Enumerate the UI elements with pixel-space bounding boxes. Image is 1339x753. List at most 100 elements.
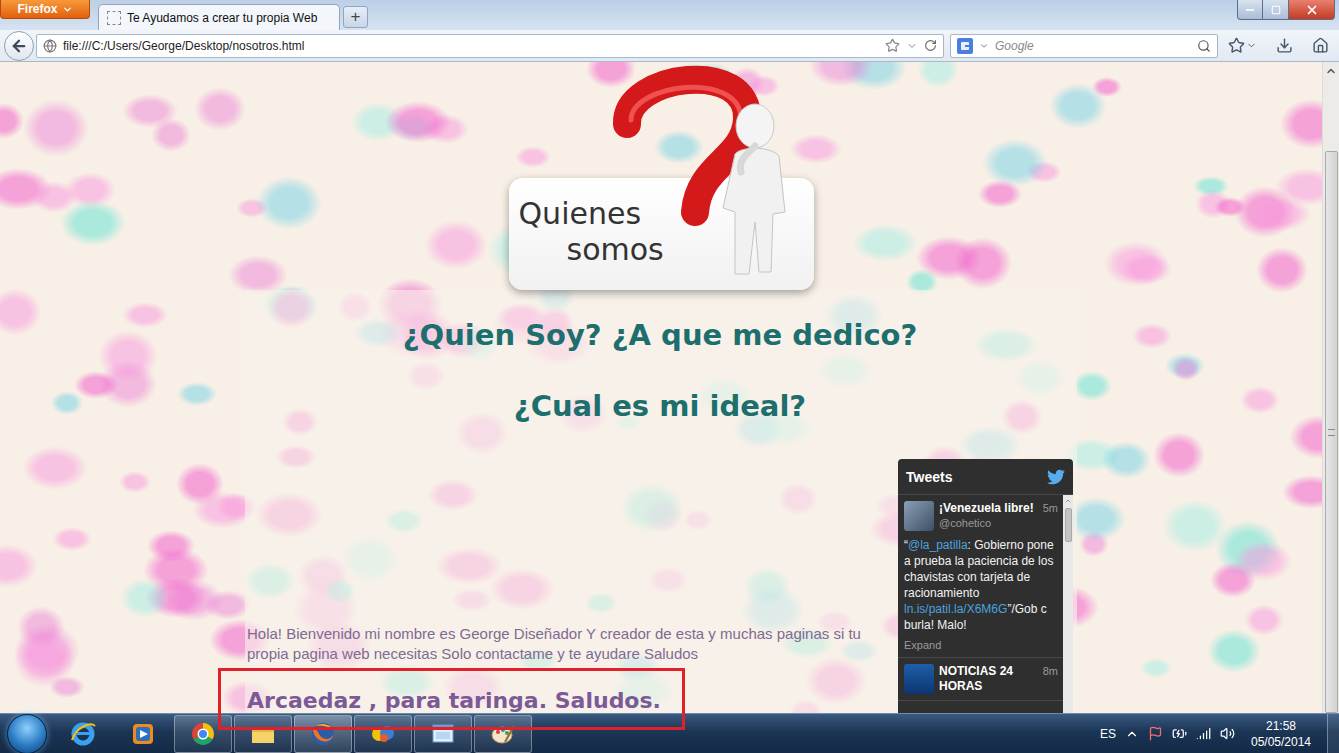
restore-button[interactable] [1263, 0, 1289, 20]
chrome-icon [189, 720, 217, 748]
paint-icon [489, 720, 517, 748]
tweet-link[interactable]: ln.is/patil.la/X6M6G [904, 602, 1007, 616]
annotation-highlight-box [218, 668, 685, 730]
logo-card: Quienessomos [509, 178, 814, 290]
show-desktop-button[interactable] [1327, 714, 1339, 753]
tweet[interactable]: ¡Venezuela libre! 5m@cohetico “@la_patilla… [898, 495, 1063, 658]
taskbar-app-button[interactable] [234, 715, 292, 753]
tweet-author[interactable]: NOTICIAS 24 HORAS [939, 664, 1040, 694]
twitter-widget: Tweets ¡Venezuela libre! 5m@cohetico “@la_p… [898, 459, 1073, 713]
twitter-bird-icon [1047, 468, 1065, 486]
minimize-button[interactable] [1237, 0, 1263, 20]
tweet-author[interactable]: ¡Venezuela libre! [939, 501, 1034, 516]
taskbar-app-button[interactable] [294, 715, 352, 753]
globe-icon [43, 39, 57, 53]
show-hidden-icons-icon[interactable] [1125, 727, 1139, 741]
toolbar-icons [1218, 37, 1339, 54]
logo-text: Quienes [519, 196, 814, 232]
tweet[interactable]: NOTICIAS 24 HORAS8m [898, 658, 1063, 701]
panel-body: Hola! Bienvenido mi nombre es George Dis… [247, 459, 1073, 713]
web-page: Quienessomos¿Quien Soy? ¿A que me dedico… [0, 62, 1322, 713]
scroll-up-arrow-icon [1325, 65, 1337, 77]
internet-explorer-icon [69, 720, 97, 748]
expand-link[interactable]: Expand [904, 639, 1058, 651]
tweet-avatar [904, 501, 934, 531]
logo-text: somos [519, 232, 814, 268]
download-icon[interactable] [1276, 37, 1293, 54]
firefox-menu-button[interactable]: Firefox [0, 0, 90, 19]
game-icon [369, 720, 397, 748]
taskbar-app-button[interactable] [54, 715, 112, 753]
browser-tab[interactable]: Te Ayudamos a crear tu propia Web [98, 4, 340, 30]
reload-icon[interactable] [924, 39, 937, 52]
tweet-avatar [904, 664, 934, 694]
restore-icon [1271, 5, 1281, 15]
firefox-icon [309, 720, 337, 748]
search-icon[interactable] [1197, 39, 1211, 53]
address-bar[interactable]: file:///C:/Users/George/Desktop/nosotros… [36, 34, 944, 58]
tweet-handle[interactable]: @cohetico [939, 516, 1058, 531]
bookmark-star-icon[interactable] [885, 38, 900, 53]
tweet-text-part: “ [904, 538, 908, 552]
tab-strip: Te Ayudamos a crear tu propia Web+ [98, 4, 368, 30]
text-column: Hola! Bienvenido mi nombre es George Dis… [247, 459, 892, 713]
volume-icon[interactable] [1220, 726, 1235, 741]
desktop-screen: Firefox Te Ayudamos a crear tu propia Web… [0, 0, 1339, 753]
taskbar: ES 21:5805/05/2014 [0, 713, 1339, 753]
window-controls [1237, 0, 1335, 20]
taskbar-app-button[interactable] [354, 715, 412, 753]
title-bar: Firefox Te Ayudamos a crear tu propia Web… [0, 0, 1339, 30]
history-dropdown-icon[interactable] [906, 40, 918, 52]
window-icon [429, 720, 457, 748]
close-button[interactable] [1289, 0, 1335, 20]
taskbar-app-button[interactable] [414, 715, 472, 753]
page-icon [107, 11, 121, 25]
power-icon[interactable] [1172, 726, 1187, 741]
section-heading: ¿Quien Soy? ¿A que me dedico? [247, 315, 1073, 355]
tweet-time: 8m [1043, 664, 1058, 679]
media-player-icon [129, 720, 157, 748]
back-button[interactable] [4, 31, 34, 61]
thinking-figure-icon [509, 62, 814, 290]
taskbar-app-button[interactable] [474, 715, 532, 753]
bookmarks-dropdown-icon[interactable] [1246, 40, 1257, 51]
engine-dropdown-icon[interactable] [979, 41, 989, 51]
widget-scroll-thumb[interactable] [1065, 508, 1072, 542]
language-indicator[interactable]: ES [1100, 727, 1116, 741]
network-icon[interactable] [1196, 726, 1211, 741]
page-scrollbar[interactable] [1322, 62, 1339, 713]
browser-content: Quienessomos¿Quien Soy? ¿A que me dedico… [0, 62, 1339, 713]
widget-scrollbar[interactable] [1063, 495, 1073, 713]
minimize-icon [1244, 4, 1256, 16]
google-icon [957, 38, 973, 54]
new-tab-button[interactable]: + [343, 6, 368, 28]
search-field[interactable]: Google [950, 34, 1218, 58]
tweet-text: “@la_patilla: Gobierno pone a prueba la … [904, 537, 1058, 633]
scroll-up-button[interactable] [1323, 62, 1339, 79]
folder-icon [249, 720, 277, 748]
taskbar-app-button[interactable] [174, 715, 232, 753]
dropdown-arrow-icon [62, 4, 73, 15]
start-button[interactable] [7, 714, 47, 753]
about-us-logo: Quienessomos [509, 62, 814, 290]
system-tray: ES 21:5805/05/2014 [1100, 714, 1339, 753]
action-center-icon[interactable] [1148, 726, 1163, 741]
scroll-up-icon[interactable] [1064, 497, 1072, 505]
scroll-grip [1328, 429, 1335, 436]
signature-text: Arcaedaz , para taringa. Saludos. [247, 688, 892, 713]
taskbar-app-button[interactable] [114, 715, 172, 753]
back-arrow-icon [10, 37, 28, 55]
intro-paragraph: Hola! Bienvenido mi nombre es George Dis… [247, 624, 892, 664]
content-panel: ¿Quien Soy? ¿A que me dedico? ¿Cual es mi… [245, 290, 1077, 713]
home-icon[interactable] [1312, 37, 1329, 54]
bookmarks-icon[interactable] [1228, 37, 1245, 54]
scroll-thumb[interactable] [1325, 151, 1338, 713]
tweet-time: 5m [1043, 501, 1058, 516]
navigation-bar: file:///C:/Users/George/Desktop/nosotros… [0, 30, 1339, 62]
widget-header: Tweets [898, 459, 1073, 495]
tweet-list: ¡Venezuela libre! 5m@cohetico “@la_patilla… [898, 495, 1063, 713]
close-icon [1305, 3, 1319, 17]
tweet-link[interactable]: @la_patilla [908, 538, 968, 552]
clock[interactable]: 21:5805/05/2014 [1244, 718, 1318, 750]
section-heading: ¿Cual es mi ideal? [247, 386, 1073, 426]
